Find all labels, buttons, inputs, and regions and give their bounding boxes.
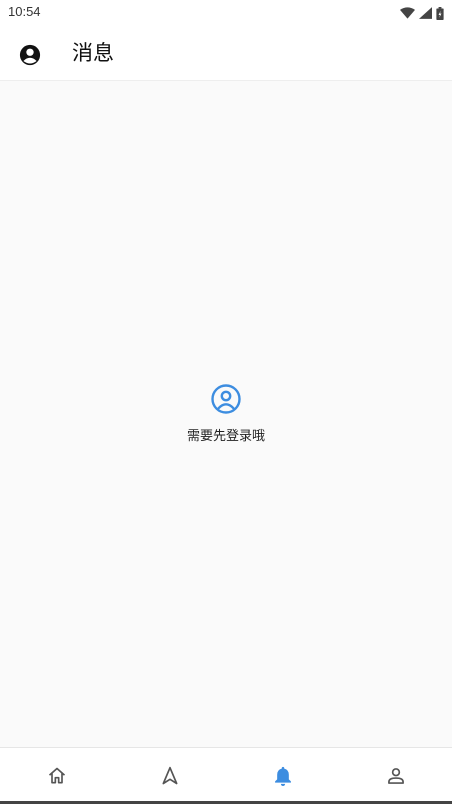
nav-item-profile[interactable] [339, 748, 452, 804]
login-required-state[interactable]: 需要先登录哦 [0, 383, 452, 444]
bottom-nav [0, 747, 452, 804]
account-circle-icon [19, 44, 41, 66]
signal-icon [419, 7, 432, 19]
battery-icon [436, 6, 444, 20]
bell-icon [274, 766, 291, 786]
messages-screen: 10:54 消息 需要先登录哦 [0, 0, 452, 804]
user-circle-outline-icon [211, 384, 241, 414]
nav-item-notifications[interactable] [226, 748, 339, 804]
login-required-message: 需要先登录哦 [186, 429, 265, 444]
nav-item-home[interactable] [0, 748, 113, 804]
status-icons [400, 5, 444, 21]
navigation-icon [162, 766, 177, 785]
wifi-icon [400, 7, 415, 19]
status-bar: 10:54 [0, 0, 452, 26]
home-icon [48, 767, 65, 784]
account-button[interactable] [16, 41, 44, 69]
messages-content: 需要先登录哦 [0, 81, 452, 747]
status-time: 10:54 [8, 4, 41, 19]
person-icon [387, 768, 404, 784]
page-title: 消息 [72, 41, 114, 65]
nav-item-navigation[interactable] [113, 748, 226, 804]
app-bar: 消息 [0, 26, 452, 81]
